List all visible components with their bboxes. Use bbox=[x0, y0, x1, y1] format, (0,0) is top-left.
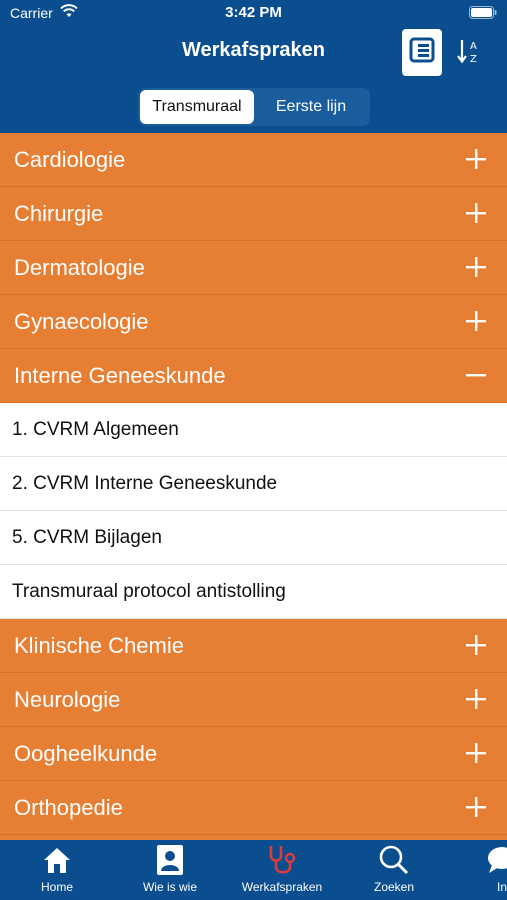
item-label: 1. CVRM Algemeen bbox=[12, 418, 179, 440]
tab-bar: Home Wie is wie Werkafspraken Zoeken In bbox=[0, 840, 507, 900]
status-time: 3:42 PM bbox=[225, 4, 282, 21]
top-header: Carrier 3:42 PM Werkafspraken A Z Transm… bbox=[0, 0, 507, 133]
svg-text:Z: Z bbox=[470, 54, 477, 65]
section-chirurgie[interactable]: Chirurgie bbox=[0, 187, 507, 241]
chat-icon bbox=[486, 842, 507, 878]
plus-icon bbox=[465, 310, 487, 332]
plus-icon bbox=[465, 796, 487, 818]
plus-icon bbox=[465, 688, 487, 710]
status-bar: Carrier 3:42 PM bbox=[0, 0, 507, 28]
tab-label: Wie is wie bbox=[142, 880, 197, 894]
plus-icon bbox=[465, 634, 487, 656]
svg-text:A: A bbox=[470, 41, 477, 52]
item-label: 2. CVRM Interne Geneeskunde bbox=[12, 472, 278, 494]
section-label: Interne Geneeskunde bbox=[14, 362, 226, 388]
section-label: Dermatologie bbox=[14, 254, 145, 280]
item-label: 5. CVRM Bijlagen bbox=[12, 526, 162, 548]
section-orthopedie[interactable]: Orthopedie bbox=[0, 781, 507, 835]
section-label: Orthopedie bbox=[14, 794, 123, 820]
plus-icon bbox=[465, 148, 487, 170]
section-oogheelkunde[interactable]: Oogheelkunde bbox=[0, 727, 507, 781]
list-item-cvrm-bijlagen[interactable]: 5. CVRM Bijlagen bbox=[0, 511, 507, 565]
segment-eerste-lijn[interactable]: Eerste lijn bbox=[254, 90, 368, 124]
tab-label: Home bbox=[40, 880, 73, 894]
section-label: Cardiologie bbox=[14, 146, 126, 172]
section-neurologie[interactable]: Neurologie bbox=[0, 673, 507, 727]
tab-info[interactable]: In bbox=[482, 840, 507, 900]
tab-label: Werkafspraken bbox=[241, 880, 323, 894]
tab-werkafspraken[interactable]: Werkafspraken bbox=[232, 840, 332, 900]
list-view-icon bbox=[409, 37, 435, 68]
tab-wie-is-wie[interactable]: Wie is wie bbox=[130, 840, 210, 900]
section-gynaecologie[interactable]: Gynaecologie bbox=[0, 295, 507, 349]
battery-icon bbox=[469, 6, 497, 23]
section-dermatologie[interactable]: Dermatologie bbox=[0, 241, 507, 295]
list-item-transmuraal-protocol[interactable]: Transmuraal protocol antistolling bbox=[0, 565, 507, 619]
section-cardiologie[interactable]: Cardiologie bbox=[0, 133, 507, 187]
person-card-icon bbox=[156, 842, 184, 878]
stethoscope-icon bbox=[265, 842, 299, 878]
section-interne-geneeskunde[interactable]: Interne Geneeskunde bbox=[0, 349, 507, 403]
plus-icon bbox=[465, 742, 487, 764]
list-item-cvrm-algemeen[interactable]: 1. CVRM Algemeen bbox=[0, 403, 507, 457]
tab-zoeken[interactable]: Zoeken bbox=[359, 840, 429, 900]
sort-az-button[interactable]: A Z bbox=[452, 34, 488, 72]
sort-az-icon: A Z bbox=[457, 37, 483, 70]
plus-icon bbox=[465, 256, 487, 278]
list-item-cvrm-interne-geneeskunde[interactable]: 2. CVRM Interne Geneeskunde bbox=[0, 457, 507, 511]
segment-transmuraal[interactable]: Transmuraal bbox=[140, 90, 254, 124]
department-list: Cardiologie Chirurgie Dermatologie Gynae… bbox=[0, 133, 507, 840]
item-label: Transmuraal protocol antistolling bbox=[12, 580, 286, 602]
home-icon bbox=[42, 842, 72, 878]
list-view-button[interactable] bbox=[402, 29, 442, 76]
tab-label: In bbox=[496, 880, 507, 894]
section-label: Oogheelkunde bbox=[14, 740, 158, 766]
tab-home[interactable]: Home bbox=[22, 840, 92, 900]
section-label: Gynaecologie bbox=[14, 308, 149, 334]
section-klinische-chemie[interactable]: Klinische Chemie bbox=[0, 619, 507, 673]
tab-label: Zoeken bbox=[373, 880, 415, 894]
section-label: Klinische Chemie bbox=[14, 632, 184, 658]
segmented-control: Transmuraal Eerste lijn bbox=[138, 88, 370, 126]
section-label: Chirurgie bbox=[14, 200, 104, 226]
plus-icon bbox=[465, 202, 487, 224]
minus-icon bbox=[465, 364, 487, 386]
section-label: Neurologie bbox=[14, 686, 121, 712]
search-icon bbox=[378, 842, 410, 878]
